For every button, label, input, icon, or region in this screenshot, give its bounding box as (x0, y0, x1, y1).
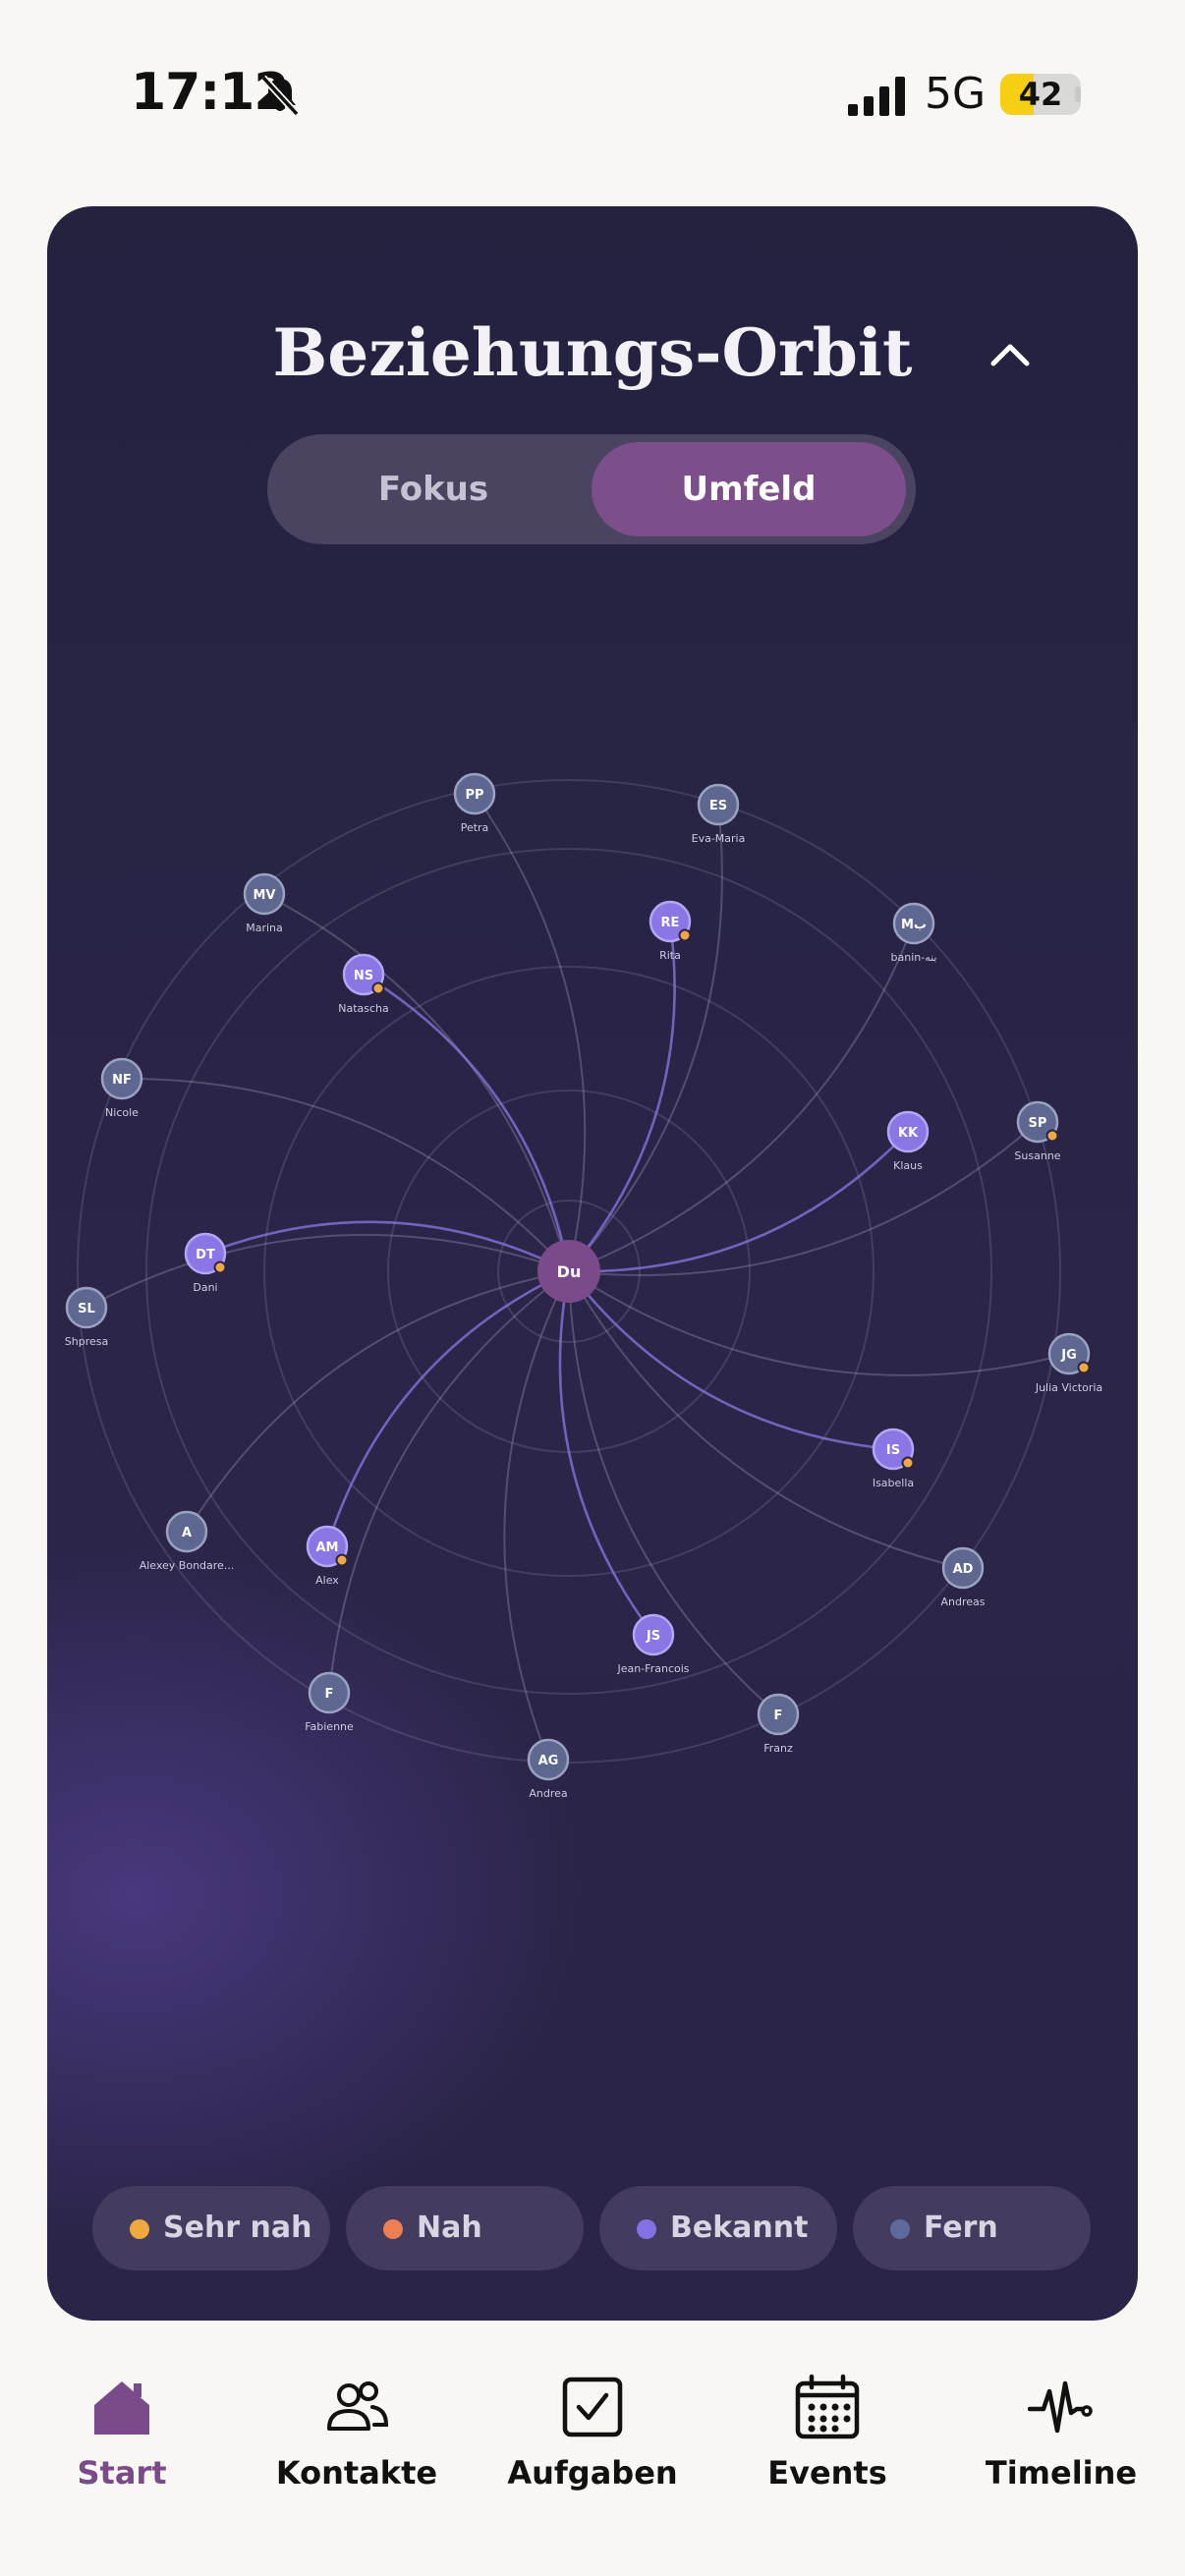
contact-name: Natascha (338, 1002, 389, 1015)
orbit-connection (325, 1269, 570, 1547)
contact-initials: AD (953, 1562, 974, 1577)
tab-label: Events (767, 2454, 887, 2492)
bell-muted-icon (260, 75, 300, 117)
contact-name: Alexey Bondare... (140, 1559, 235, 1572)
battery-percent: 42 (1018, 76, 1063, 113)
legend-nah: Nah (346, 2186, 584, 2270)
tab-timeline[interactable]: Timeline (943, 2338, 1179, 2515)
contact-status-dot (371, 981, 385, 995)
contact-name: Andrea (529, 1787, 567, 1800)
tab-label: Aufgaben (507, 2454, 678, 2492)
legend-dot-sehr-nah (130, 2219, 149, 2239)
contact-initials: F (325, 1687, 334, 1702)
battery-cap (1075, 86, 1081, 102)
network-type: 5G (925, 69, 987, 119)
contact-name: Julia Victoria (1035, 1381, 1102, 1394)
contact-name: Susanne (1014, 1149, 1060, 1162)
legend-dot-bekannt (637, 2219, 656, 2239)
contact-status-dot (335, 1553, 349, 1567)
contact-initials: JG (1060, 1348, 1077, 1363)
legend-label: Fern (924, 2211, 998, 2245)
contact-name: Fabienne (305, 1720, 354, 1733)
legend-dot-nah (383, 2219, 403, 2239)
orbit-connection (263, 893, 570, 1272)
contact-name: Shpresa (65, 1335, 108, 1348)
calendar-icon (795, 2374, 860, 2439)
orbit-connection (568, 1131, 909, 1273)
tab-kontakte[interactable]: Kontakte (239, 2338, 475, 2515)
legend-label: Bekannt (670, 2211, 809, 2245)
orbit-connection (204, 1220, 570, 1273)
contact-initials: RE (661, 916, 680, 930)
tab-label: Start (77, 2454, 167, 2492)
contact-name: Klaus (893, 1159, 923, 1172)
contact-name: Franz (763, 1742, 793, 1755)
tab-aufgaben[interactable]: Aufgaben (475, 2338, 710, 2515)
contact-status-dot (678, 928, 692, 942)
orbit-connection (568, 1121, 1039, 1276)
contact-name: Alex (315, 1574, 339, 1587)
contact-name: Nicole (105, 1106, 139, 1119)
contact-name: Petra (461, 821, 489, 834)
orbit-connection (568, 804, 723, 1272)
legend: Sehr nah Nah Bekannt Fern (92, 2186, 1095, 2270)
contact-initials: NF (112, 1073, 132, 1088)
home-icon (94, 2381, 149, 2435)
orbit-connection (558, 1270, 655, 1636)
contact-name: Isabella (873, 1477, 914, 1489)
tab-label: Timeline (985, 2454, 1138, 2492)
contact-name: banin-بنه (891, 951, 937, 964)
tab-bar: Start Kontakte Aufgaben Events Timeline (0, 2338, 1185, 2576)
contact-name: Andreas (941, 1596, 986, 1608)
battery-icon: 42 (1000, 74, 1081, 115)
signal-icon (848, 77, 905, 116)
legend-bekannt: Bekannt (599, 2186, 837, 2270)
orbit-connection (567, 1270, 894, 1451)
contact-status-dot (213, 1260, 227, 1274)
legend-sehr-nah: Sehr nah (92, 2186, 330, 2270)
center-node-label: Du (557, 1262, 582, 1281)
contact-initials: PP (465, 788, 483, 803)
contact-name: Rita (659, 949, 681, 962)
checkbox-icon (562, 2377, 623, 2437)
legend-label: Sehr nah (163, 2211, 312, 2245)
tab-label: Kontakte (275, 2454, 438, 2492)
contact-name: Jean-Francois (616, 1662, 689, 1675)
orbit-graph: Du PP Petra ES Eva-Maria MV Marina RE Rita Mب bani… (65, 772, 1102, 1800)
contact-initials: A (182, 1526, 192, 1540)
legend-dot-fern (890, 2219, 910, 2239)
orbit-connection (568, 1270, 779, 1715)
contact-initials: DT (196, 1248, 215, 1262)
contact-name: Dani (193, 1281, 217, 1294)
people-icon (327, 2381, 389, 2431)
contact-name: Marina (246, 922, 283, 934)
status-bar: 17:12 5G 42 (0, 0, 1185, 196)
contact-initials: SP (1029, 1116, 1047, 1131)
contact-initials: ES (709, 799, 727, 813)
contact-status-dot (901, 1456, 915, 1470)
legend-label: Nah (417, 2211, 482, 2245)
tab-start[interactable]: Start (4, 2338, 240, 2515)
legend-fern: Fern (853, 2186, 1091, 2270)
contact-name: Eva-Maria (692, 832, 746, 845)
contact-initials: AM (316, 1540, 339, 1555)
contact-initials: F (774, 1708, 783, 1723)
contact-initials: Mب (901, 918, 927, 932)
contact-initials: IS (886, 1443, 900, 1458)
orbit-connection (186, 1270, 570, 1533)
contact-status-dot (1045, 1129, 1059, 1143)
contact-initials: KK (898, 1126, 919, 1141)
contact-status-dot (1077, 1361, 1091, 1374)
contact-initials: AG (538, 1754, 559, 1768)
orbit-connection (328, 1270, 570, 1694)
tab-events[interactable]: Events (709, 2338, 945, 2515)
contact-initials: JS (646, 1629, 660, 1644)
orbit-card: Beziehungs-Orbit Fokus Umfeld Du PP Petra E… (47, 206, 1138, 2321)
pulse-icon (1028, 2380, 1093, 2434)
contact-initials: MV (254, 888, 276, 903)
orbit-connection (85, 1233, 570, 1309)
contact-initials: SL (78, 1302, 95, 1316)
contact-initials: NS (354, 969, 373, 983)
orbit-connection (568, 1270, 1070, 1376)
